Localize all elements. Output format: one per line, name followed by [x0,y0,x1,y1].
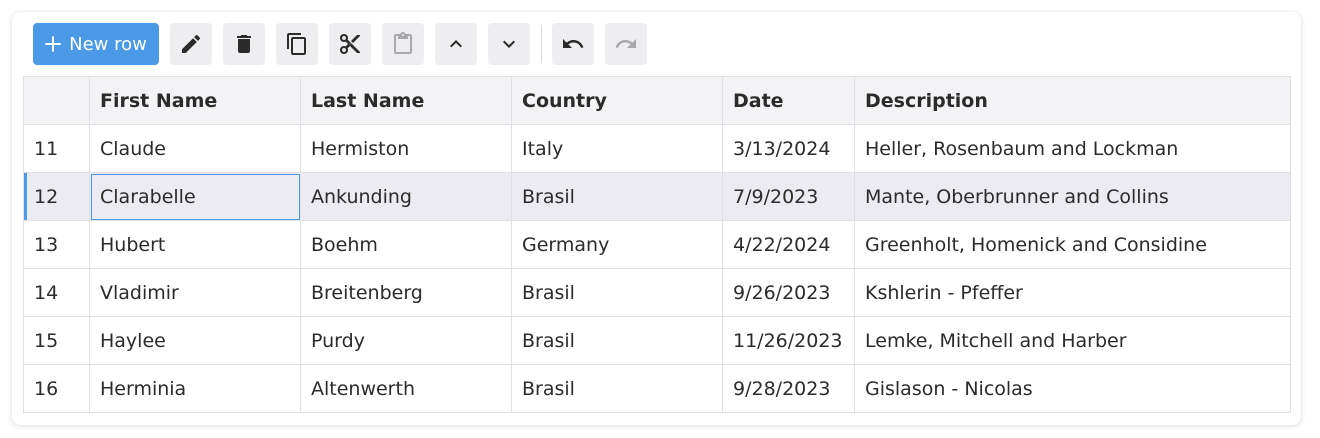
plus-icon [45,36,62,52]
first-name-cell-focused[interactable]: Clarabelle [89,172,301,221]
header-row: First Name Last Name Country Date Descri… [23,76,1291,125]
description-cell[interactable]: Lemke, Mitchell and Harber [854,316,1291,365]
date-cell[interactable]: 9/26/2023 [722,268,855,317]
country-cell[interactable]: Brasil [511,316,723,365]
move-down-button[interactable] [488,23,530,65]
table-row[interactable]: 13 Hubert Boehm Germany 4/22/2024 Greenh… [23,220,1291,269]
date-cell[interactable]: 7/9/2023 [722,172,855,221]
clipboard-icon [394,32,412,54]
country-cell[interactable]: Brasil [511,364,723,413]
date-cell[interactable]: 3/13/2024 [722,124,855,173]
column-header-row-number[interactable] [23,76,90,125]
last-name-cell[interactable]: Boehm [300,220,512,269]
last-name-cell[interactable]: Hermiston [300,124,512,173]
table-row-selected[interactable]: 12 Clarabelle Ankunding Brasil 7/9/2023 … [23,172,1291,221]
new-row-label: New row [69,33,147,55]
table-row[interactable]: 11 Claude Hermiston Italy 3/13/2024 Hell… [23,124,1291,173]
column-header-first-name[interactable]: First Name [89,76,301,125]
redo-button[interactable] [605,23,647,65]
delete-button[interactable] [223,23,265,65]
paste-button[interactable] [382,23,424,65]
description-cell[interactable]: Gislason - Nicolas [854,364,1291,413]
table-row[interactable]: 15 Haylee Purdy Brasil 11/26/2023 Lemke,… [23,316,1291,365]
first-name-cell[interactable]: Hubert [89,220,301,269]
column-header-last-name[interactable]: Last Name [300,76,512,125]
country-cell[interactable]: Brasil [511,268,723,317]
row-number-cell[interactable]: 14 [23,268,90,317]
date-cell[interactable]: 9/28/2023 [722,364,855,413]
undo-button[interactable] [552,23,594,65]
move-up-button[interactable] [435,23,477,65]
pencil-icon [182,34,201,53]
table-row[interactable]: 14 Vladimir Breitenberg Brasil 9/26/2023… [23,268,1291,317]
column-header-description[interactable]: Description [854,76,1291,125]
date-cell[interactable]: 4/22/2024 [722,220,855,269]
chevron-up-icon [450,40,462,48]
data-grid: First Name Last Name Country Date Descri… [23,76,1291,413]
last-name-cell[interactable]: Ankunding [300,172,512,221]
description-cell[interactable]: Mante, Oberbrunner and Collins [854,172,1291,221]
toolbar: New row [33,23,658,65]
description-cell[interactable]: Heller, Rosenbaum and Lockman [854,124,1291,173]
undo-icon [563,39,584,48]
trash-icon [237,35,251,53]
cut-button[interactable] [329,23,371,65]
toolbar-separator [541,25,542,63]
first-name-cell[interactable]: Vladimir [89,268,301,317]
row-number-cell[interactable]: 16 [23,364,90,413]
row-number-cell[interactable]: 13 [23,220,90,269]
country-cell[interactable]: Brasil [511,172,723,221]
last-name-cell[interactable]: Altenwerth [300,364,512,413]
first-name-cell[interactable]: Haylee [89,316,301,365]
description-cell[interactable]: Greenholt, Homenick and Considine [854,220,1291,269]
country-cell[interactable]: Italy [511,124,723,173]
row-number-cell[interactable]: 11 [23,124,90,173]
redo-icon [615,39,636,48]
country-cell[interactable]: Germany [511,220,723,269]
last-name-cell[interactable]: Purdy [300,316,512,365]
row-number-cell[interactable]: 15 [23,316,90,365]
column-header-date[interactable]: Date [722,76,855,125]
copy-icon [287,33,306,55]
date-cell[interactable]: 11/26/2023 [722,316,855,365]
row-number-cell[interactable]: 12 [23,172,90,221]
column-header-country[interactable]: Country [511,76,723,125]
scissors-icon [340,34,360,54]
table-row[interactable]: 16 Herminia Altenwerth Brasil 9/28/2023 … [23,364,1291,413]
new-row-button[interactable]: New row [33,23,159,65]
copy-button[interactable] [276,23,318,65]
first-name-cell[interactable]: Claude [89,124,301,173]
last-name-cell[interactable]: Breitenberg [300,268,512,317]
chevron-down-icon [503,40,515,48]
first-name-cell[interactable]: Herminia [89,364,301,413]
description-cell[interactable]: Kshlerin - Pfeffer [854,268,1291,317]
edit-button[interactable] [170,23,212,65]
